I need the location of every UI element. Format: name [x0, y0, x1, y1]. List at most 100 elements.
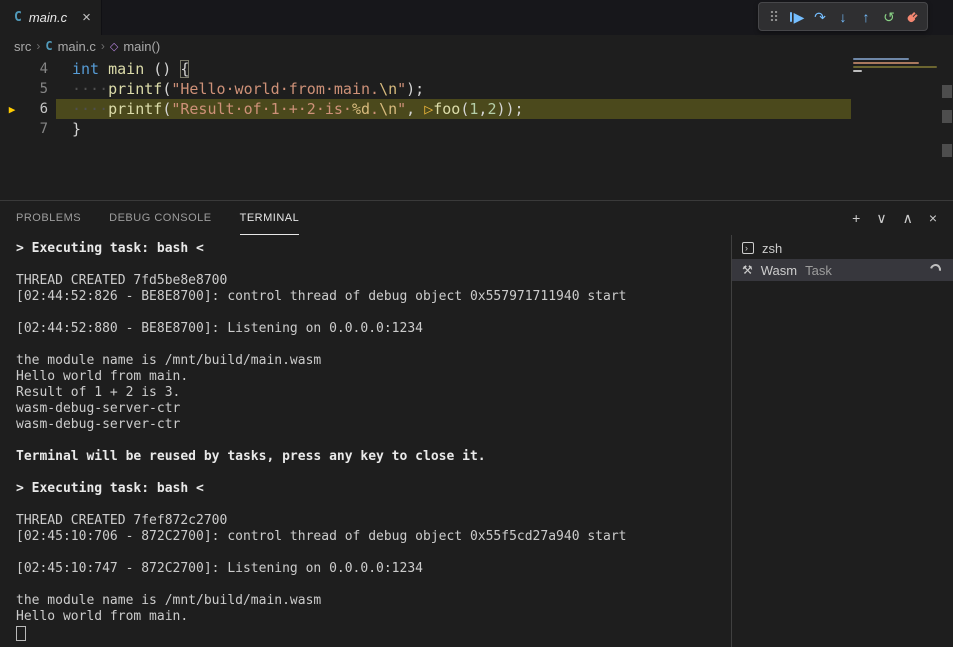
disconnect-button[interactable]: [901, 6, 923, 28]
vscode-window: C main.c × ⠿ ▶ ↷ ↓ ↑ ↺ src › Cmain.c › ◇ main() 4 i…: [0, 0, 953, 647]
overview-ruler: [941, 57, 953, 200]
close-panel-button[interactable]: ×: [929, 211, 937, 225]
step-over-button[interactable]: ↷: [809, 6, 831, 28]
breadcrumb-separator: ›: [36, 39, 40, 53]
terminal-line: [16, 497, 731, 513]
code-token: {: [180, 60, 189, 78]
breadcrumb-label: main.c: [58, 39, 96, 54]
terminal-tabs-list: ›zsh⚒WasmTask: [731, 235, 953, 647]
terminal-dropdown-button[interactable]: ∨: [876, 211, 886, 225]
restart-button[interactable]: ↺: [878, 6, 900, 28]
code-line: 4 int main () {: [0, 59, 953, 79]
terminal-line: [16, 433, 731, 449]
c-file-icon: C: [14, 10, 22, 25]
code-token: int: [72, 60, 99, 78]
code-tokens: ····printf("Hello·world·from·main.\n");: [72, 80, 424, 98]
code-token: printf: [108, 100, 162, 118]
minimap-line: [853, 66, 937, 68]
continue-button[interactable]: ▶: [786, 6, 808, 28]
drag-handle-icon: ⠿: [769, 10, 779, 24]
breadcrumb-item[interactable]: src: [14, 39, 31, 54]
terminal-list-item-wasm[interactable]: ⚒WasmTask: [732, 259, 953, 281]
terminal-line: wasm-debug-server-ctr: [16, 401, 731, 417]
inline-run-icon: ▷: [424, 100, 433, 118]
new-terminal-button[interactable]: +: [852, 211, 860, 225]
terminal-line: THREAD CREATED 7fd5be8e8700: [16, 273, 731, 289]
tab-label: main.c: [29, 10, 67, 25]
c-file-icon: C: [45, 39, 52, 53]
code-line: ▶6····printf("Result·of·1·+·2·is·%d.\n",…: [0, 99, 953, 119]
code-token: "Result·of·1·+·2·is·: [171, 100, 352, 118]
continue-icon: ▶: [794, 10, 805, 24]
code-token: \n: [379, 100, 397, 118]
minimap-line: [853, 62, 919, 64]
code-token: (): [144, 60, 180, 78]
panel-actions: + ∨ ∧ ×: [852, 211, 943, 225]
terminal-line: [02:45:10:706 - 872C2700]: control threa…: [16, 529, 731, 545]
terminal-line: [02:45:10:747 - 872C2700]: Listening on …: [16, 561, 731, 577]
terminal-list-description: Task: [805, 263, 832, 278]
code-line: 7}: [0, 119, 953, 139]
breadcrumb-item[interactable]: Cmain.c: [45, 39, 96, 54]
terminal-line: THREAD CREATED 7fef872c2700: [16, 513, 731, 529]
code-tokens: int main () {: [72, 60, 189, 78]
terminal-cursor: [16, 626, 26, 641]
code-tokens: }: [72, 120, 81, 138]
pause-bar-icon: [790, 12, 792, 22]
terminal-list-item-zsh[interactable]: ›zsh: [732, 237, 953, 259]
terminal-output[interactable]: > Executing task: bash < THREAD CREATED 7…: [0, 235, 731, 647]
step-out-icon: ↑: [863, 10, 870, 24]
minimap[interactable]: [853, 58, 938, 74]
code-token: .: [370, 100, 379, 118]
symbol-method-icon: ◇: [110, 40, 118, 53]
editor[interactable]: 4int main () {5····printf("Hello·world·f…: [0, 57, 953, 200]
plug-icon: [902, 7, 922, 27]
breadcrumb-label: main(): [123, 39, 160, 54]
tab-main-c[interactable]: C main.c ×: [0, 0, 102, 35]
maximize-panel-button[interactable]: ∧: [903, 211, 913, 225]
terminal-list-label: Wasm: [761, 263, 797, 278]
terminal-line: Hello world from main.: [16, 369, 731, 385]
terminal-line: [16, 545, 731, 561]
terminal-line: Result of 1 + 2 is 3.: [16, 385, 731, 401]
debug-current-arrow-icon: ▶: [0, 103, 24, 116]
terminal-line: Hello world from main.: [16, 609, 731, 625]
tab-close-icon[interactable]: ×: [82, 9, 91, 26]
code-token: }: [72, 120, 81, 138]
line-number[interactable]: 5: [24, 81, 48, 97]
code-token: printf: [108, 80, 162, 98]
terminal-line: [16, 625, 731, 641]
breadcrumb-item[interactable]: ◇ main(): [110, 39, 160, 54]
code-token: ····: [72, 80, 108, 98]
breadcrumb-label: src: [14, 39, 31, 54]
panel-tab-debug-console[interactable]: DEBUG CONSOLE: [109, 201, 211, 235]
code-token: %d: [352, 100, 370, 118]
step-into-button[interactable]: ↓: [832, 6, 854, 28]
debug-toolbar: ⠿ ▶ ↷ ↓ ↑ ↺: [758, 2, 928, 31]
bottom-panel: PROBLEMS DEBUG CONSOLE TERMINAL + ∨ ∧ × > Exe…: [0, 200, 953, 647]
step-over-icon: ↷: [814, 10, 826, 24]
panel-tab-terminal[interactable]: TERMINAL: [240, 201, 300, 235]
line-number[interactable]: 6: [24, 101, 48, 117]
terminal-line: > Executing task: bash <: [16, 481, 731, 497]
drag-handle[interactable]: ⠿: [763, 6, 785, 28]
panel-tab-problems[interactable]: PROBLEMS: [16, 201, 81, 235]
panel-header: PROBLEMS DEBUG CONSOLE TERMINAL + ∨ ∧ ×: [0, 201, 953, 235]
terminal-line: [16, 577, 731, 593]
breadcrumb-separator: ›: [101, 39, 105, 53]
code-token: [99, 60, 108, 78]
code-token: ,: [406, 100, 424, 118]
terminal-line: wasm-debug-server-ctr: [16, 417, 731, 433]
step-into-icon: ↓: [840, 10, 847, 24]
line-number[interactable]: 4: [24, 61, 48, 77]
code-token: main: [108, 60, 144, 78]
code-token: (: [162, 100, 171, 118]
terminal-line: Terminal will be reused by tasks, press …: [16, 449, 731, 465]
code-token: \n: [379, 80, 397, 98]
code-token: ": [397, 100, 406, 118]
line-number[interactable]: 7: [24, 121, 48, 137]
code-token: "Hello·world·from·main.: [171, 80, 379, 98]
step-out-button[interactable]: ↑: [855, 6, 877, 28]
minimap-line: [853, 70, 862, 72]
overview-ruler-mark: [942, 85, 952, 98]
